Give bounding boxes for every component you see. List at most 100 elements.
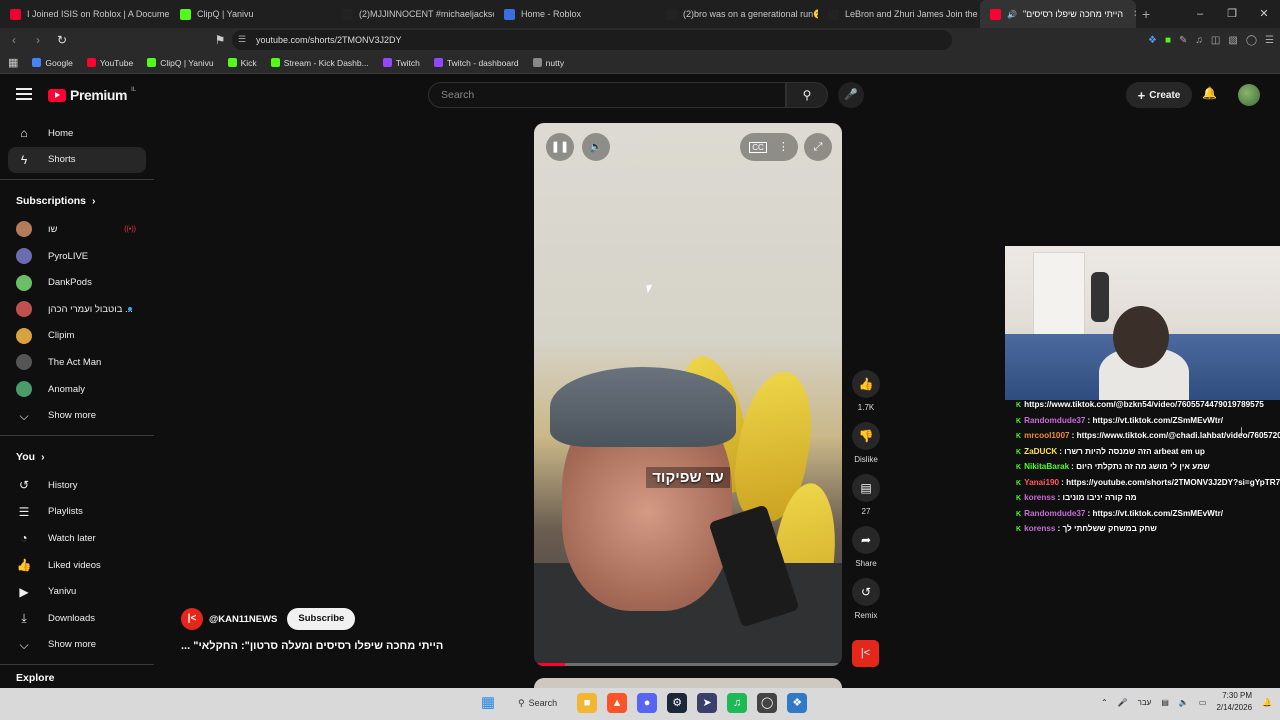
browser-tab[interactable]: ClipQ | Yanivu (170, 0, 332, 28)
media-icon[interactable]: ♫ (1195, 35, 1203, 46)
clock[interactable]: 7:30 PM 2/14/2026 (1216, 690, 1252, 714)
sidebar-item-downloads[interactable]: ⤓ Downloads (0, 605, 154, 632)
volume-tray-icon[interactable]: 🔈 (1179, 698, 1189, 707)
bookmark-item[interactable]: ClipQ | Yanivu (147, 58, 214, 68)
chat-username[interactable]: korenss (1024, 493, 1055, 502)
url-field[interactable]: ☰ youtube.com/shorts/2TMONV3J2DY (232, 30, 952, 50)
forward-icon[interactable]: › (28, 33, 48, 47)
fullscreen-button[interactable]: ⤢ (804, 133, 832, 161)
reload-icon[interactable]: ↻ (52, 33, 72, 47)
site-info-icon[interactable]: ☰ (238, 34, 250, 46)
chat-username[interactable]: NikitaBarak (1024, 462, 1069, 471)
bookmark-item[interactable]: nutty (532, 58, 564, 68)
notification-center-icon[interactable]: 🔔 (1262, 698, 1272, 707)
chat-username[interactable]: Yanai190 (1024, 478, 1059, 487)
volume-button[interactable]: 🔈 (582, 133, 610, 161)
chat-username[interactable]: korenss (1024, 524, 1055, 533)
spotify-icon[interactable]: ♫ (727, 693, 748, 713)
app-icon[interactable]: ➤ (697, 693, 718, 713)
subscription-item[interactable]: DankPods (0, 269, 154, 296)
bookmark-item[interactable]: Kick (227, 58, 257, 68)
dislike-action[interactable]: 👎 Dislike (848, 422, 884, 474)
tab-close-icon[interactable]: ✕ (1133, 9, 1136, 20)
voice-search-button[interactable]: 🎤 (838, 82, 864, 108)
browser-tab[interactable]: I Joined ISIS on Roblox | A Documen (0, 0, 170, 28)
video-progress-bar[interactable] (538, 663, 838, 666)
file-explorer-icon[interactable]: ■ (577, 693, 598, 713)
like-icon[interactable]: 👍 (852, 370, 880, 398)
search-input[interactable]: Search (428, 82, 786, 108)
show-more-you[interactable]: ⌵ Show more (0, 632, 154, 659)
chat-scroll-down-icon[interactable]: ↓ (1238, 422, 1245, 438)
browser-tab[interactable]: 🔊 "הייתי מחכה שיפלו רסיסים ✕ (980, 0, 1136, 28)
bookmark-item[interactable]: YouTube (86, 58, 133, 68)
notifications-bell-icon[interactable]: 🔔 (1202, 86, 1217, 100)
new-tab-icon[interactable]: + (1142, 6, 1150, 22)
remix-action[interactable]: ↺ Remix (848, 578, 884, 630)
back-icon[interactable]: ‹ (4, 33, 24, 47)
channel-avatar[interactable]: |< (181, 608, 203, 630)
subscription-item[interactable]: שו ((•)) (0, 216, 154, 243)
apps-icon[interactable]: ▦ (8, 56, 18, 69)
subscription-item[interactable]: PyroLIVE (0, 243, 154, 270)
subscription-item[interactable]: The Act Man (0, 349, 154, 376)
sidebar-item-liked-videos[interactable]: 👍 Liked videos (0, 552, 154, 579)
show-more-subscriptions[interactable]: ⌵ Show more (0, 402, 154, 429)
bookmark-page-icon[interactable]: ⚑ (210, 33, 230, 47)
subscription-item[interactable]: בוטבול ועמרי הכהן ... (0, 296, 154, 323)
create-button[interactable]: + Create (1126, 82, 1192, 108)
captions-icon[interactable]: CC (749, 142, 767, 153)
channel-handle[interactable]: @KAN11NEWS (209, 614, 277, 625)
bookmark-item[interactable]: Google (32, 58, 73, 68)
windows-start-icon[interactable]: ▦ (478, 693, 498, 713)
tray-chevron-icon[interactable]: ⌃ (1101, 698, 1108, 707)
chat-username[interactable]: mrcool1007 (1024, 431, 1070, 440)
hamburger-menu-icon[interactable] (16, 88, 32, 100)
sidebar-item-playlists[interactable]: ☰ Playlists (0, 499, 154, 526)
vscode-icon[interactable]: ❖ (787, 693, 808, 713)
sidebar-item-yanivu[interactable]: ▶ Yanivu (0, 578, 154, 605)
taskbar-search[interactable]: ⚲ Search (508, 692, 567, 714)
network-icon[interactable]: ▤ (1161, 698, 1169, 707)
short-title[interactable]: ... "הייתי מחכה שיפלו רסיסים ומעלה סרטון… (181, 640, 443, 652)
browser-tab[interactable]: LeBron and Zhuri James Join the Fun (818, 0, 980, 28)
search-button[interactable]: ⚲ (786, 82, 828, 108)
short-video-player[interactable]: עד שפיקוד ❚❚ 🔈 CC ⋮ ⤢ (534, 123, 842, 666)
chat-username[interactable]: ZaDUCK (1024, 447, 1057, 456)
close-window-icon[interactable]: ✕ (1248, 0, 1280, 28)
next-short-preview[interactable] (534, 678, 842, 688)
like-action[interactable]: 👍 1.7K (848, 370, 884, 422)
comment-icon[interactable]: ▤ (852, 474, 880, 502)
wallet-icon[interactable]: ▧ (1228, 35, 1237, 46)
sidebar-item-shorts[interactable]: ϟ Shorts (8, 146, 146, 174)
subscriptions-heading[interactable]: Subscriptions › (0, 186, 154, 216)
sidebar-toggle-icon[interactable]: ◫ (1211, 35, 1220, 46)
browser-tab[interactable]: (2)bro was on a generational run😮 ( (656, 0, 818, 28)
discord-icon[interactable]: ● (637, 693, 658, 713)
bookmark-item[interactable]: Stream - Kick Dashb... (270, 58, 369, 68)
share-action[interactable]: ➦ Share (848, 526, 884, 578)
language-indicator[interactable]: עבר (1138, 698, 1152, 707)
translate-icon[interactable]: ❖ (1148, 35, 1157, 46)
youtube-premium-logo[interactable]: Premium IL (48, 87, 136, 103)
microphone-tray-icon[interactable]: 🎤 (1118, 698, 1128, 707)
maximize-icon[interactable]: ❐ (1216, 0, 1248, 28)
puzzle-icon[interactable]: ✎ (1179, 35, 1187, 46)
chat-username[interactable]: Randomdude37 (1024, 509, 1085, 518)
sidebar-item-home[interactable]: ⌂ Home (0, 120, 154, 147)
channel-logo-button[interactable]: |< (852, 640, 879, 667)
dislike-icon[interactable]: 👎 (852, 422, 880, 450)
sidebar-item-watch-later[interactable]: ◔ Watch later (0, 525, 154, 552)
share-icon[interactable]: ➦ (852, 526, 880, 554)
subscription-item[interactable]: Anomaly (0, 376, 154, 403)
minimize-icon[interactable]: – (1184, 0, 1216, 28)
bookmark-item[interactable]: Twitch - dashboard (433, 58, 519, 68)
pause-button[interactable]: ❚❚ (546, 133, 574, 161)
obs-icon[interactable]: ◯ (757, 693, 778, 713)
browser-tab[interactable]: (2)MJJINNOCENT #michaeljackson # (332, 0, 494, 28)
steam-icon[interactable]: ⚙ (667, 693, 688, 713)
sidebar-item-history[interactable]: ↺ History (0, 472, 154, 499)
battery-icon[interactable]: ▭ (1199, 698, 1207, 707)
subscription-item[interactable]: Clipim (0, 323, 154, 350)
remix-icon[interactable]: ↺ (852, 578, 880, 606)
